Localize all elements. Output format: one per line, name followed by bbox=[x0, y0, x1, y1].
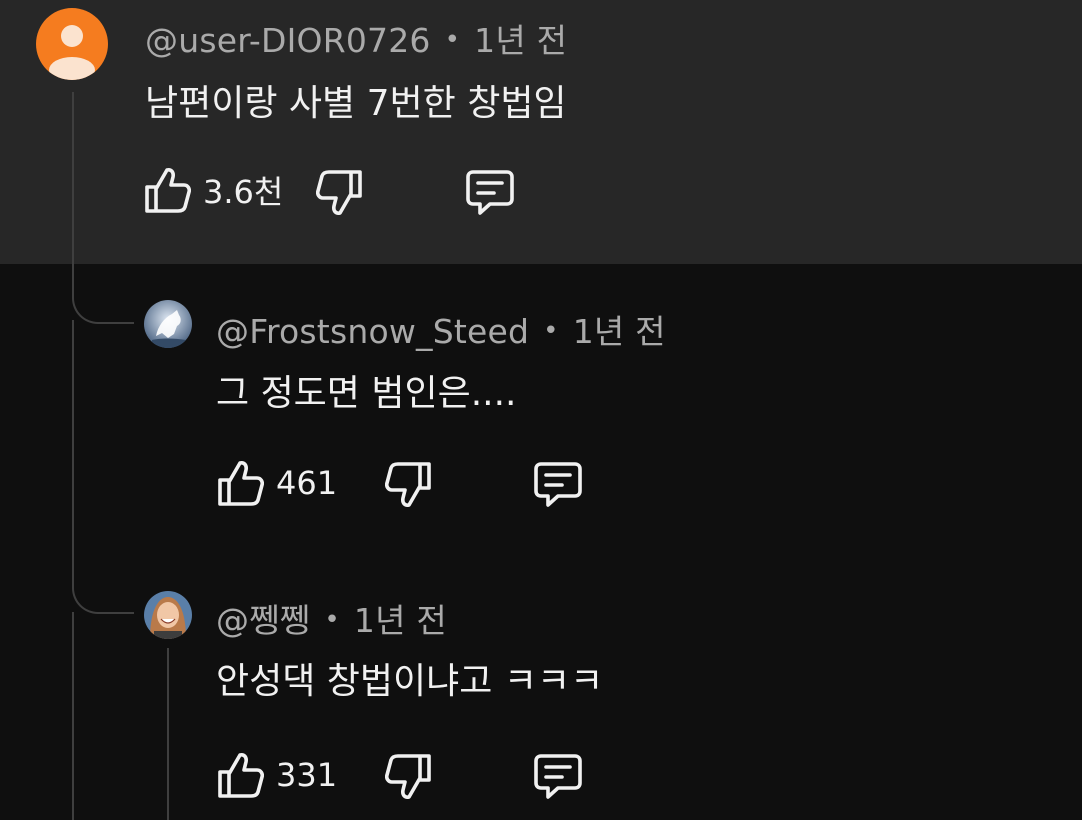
avatar[interactable] bbox=[144, 300, 192, 348]
separator-dot: • bbox=[444, 25, 461, 55]
reply-button[interactable] bbox=[464, 168, 516, 218]
comment-text: 안성댁 창법이냐고 ㅋㅋㅋ bbox=[216, 661, 604, 702]
horse-avatar-icon bbox=[144, 300, 192, 348]
timestamp[interactable]: 1년 전 bbox=[354, 601, 447, 640]
comment-meta: @쩽쩽 • 1년 전 bbox=[216, 594, 447, 642]
person-photo-icon bbox=[144, 591, 192, 639]
comment-icon bbox=[534, 462, 582, 507]
comment-meta: @Frostsnow_Steed • 1년 전 bbox=[216, 305, 666, 353]
thread-line-sub bbox=[167, 648, 169, 820]
thumbs-down-icon bbox=[385, 462, 431, 507]
timestamp[interactable]: 1년 전 bbox=[573, 312, 666, 351]
like-count: 461 bbox=[276, 464, 338, 502]
thumbs-up-icon bbox=[145, 168, 191, 213]
separator-dot: • bbox=[543, 316, 559, 346]
thread-elbow-reply-1 bbox=[72, 262, 134, 324]
thumbs-up-icon bbox=[218, 461, 264, 506]
like-count: 331 bbox=[276, 756, 338, 794]
comment-meta: @user-DIOR0726 • 1년 전 bbox=[145, 14, 567, 62]
like-button[interactable]: 331 bbox=[216, 750, 337, 800]
thumbs-down-icon bbox=[316, 170, 362, 215]
thread-elbow-reply-2 bbox=[72, 552, 134, 614]
like-button[interactable]: 461 bbox=[216, 458, 337, 508]
comment-text: 그 정도면 범인은.... bbox=[216, 373, 517, 414]
thumbs-up-icon bbox=[218, 753, 264, 798]
comment-icon bbox=[466, 170, 514, 215]
dislike-button[interactable] bbox=[316, 168, 364, 218]
reply-button[interactable] bbox=[532, 752, 584, 802]
dislike-button[interactable] bbox=[385, 460, 433, 510]
like-count: 3.6천 bbox=[203, 173, 284, 211]
comment-text: 남편이랑 사별 7번한 창법임 bbox=[145, 83, 567, 124]
thread-line-main-3 bbox=[72, 612, 74, 820]
person-icon bbox=[36, 8, 108, 80]
author-name[interactable]: @쩽쩽 bbox=[216, 601, 310, 640]
comment-icon bbox=[534, 754, 582, 799]
thread-line-main-2 bbox=[72, 320, 74, 582]
dislike-button[interactable] bbox=[385, 752, 433, 802]
like-button[interactable]: 3.6천 bbox=[143, 165, 283, 215]
author-name[interactable]: @Frostsnow_Steed bbox=[216, 312, 529, 351]
avatar[interactable] bbox=[144, 591, 192, 639]
avatar[interactable] bbox=[36, 8, 108, 80]
thumbs-down-icon bbox=[385, 754, 431, 799]
comment-thread: @user-DIOR0726 • 1년 전 남편이랑 사별 7번한 창법임 3.6천 bbox=[0, 0, 1082, 820]
reply-button[interactable] bbox=[532, 460, 584, 510]
separator-dot: • bbox=[324, 605, 340, 635]
timestamp[interactable]: 1년 전 bbox=[474, 21, 567, 60]
author-name[interactable]: @user-DIOR0726 bbox=[145, 21, 431, 60]
